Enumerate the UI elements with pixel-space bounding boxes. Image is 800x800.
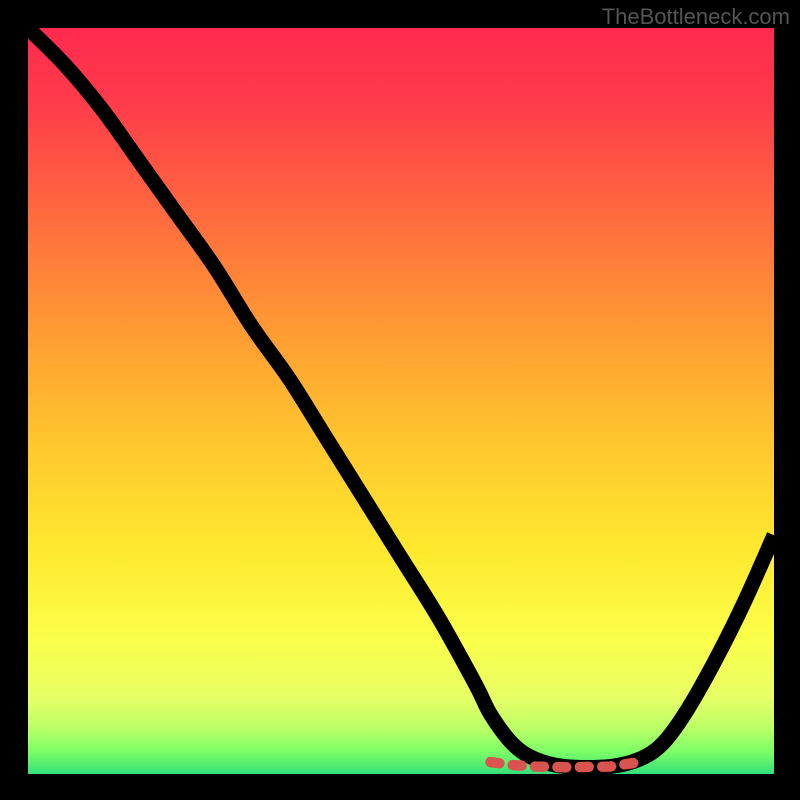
bottleneck-curve xyxy=(28,28,774,767)
plot-area xyxy=(28,28,774,774)
plot-lines xyxy=(28,28,774,774)
watermark-text: TheBottleneck.com xyxy=(602,4,790,30)
